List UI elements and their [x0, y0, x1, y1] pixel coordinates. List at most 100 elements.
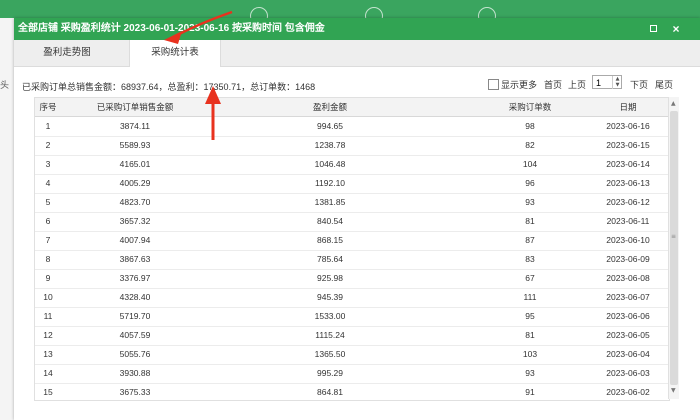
- next-page-button[interactable]: 下页: [630, 78, 648, 91]
- cell-profit: 868.15: [317, 235, 343, 245]
- cell-order-count: 83: [525, 254, 535, 264]
- cell-sales-amount: 4007.94: [119, 235, 151, 245]
- cell-profit: 994.65: [317, 121, 343, 131]
- cell-profit: 925.98: [317, 273, 343, 283]
- column-header-date[interactable]: 日期: [589, 98, 667, 116]
- cell-index: 6: [45, 216, 51, 226]
- cell-date: 2023-06-16: [606, 121, 650, 131]
- cell-date: 2023-06-09: [606, 254, 650, 264]
- table-row[interactable]: 12 4057.59 1115.24 81 2023-06-05: [35, 326, 669, 346]
- first-page-button[interactable]: 首页: [544, 78, 562, 91]
- cell-sales-amount: 5055.76: [119, 349, 151, 359]
- prev-page-button[interactable]: 上页: [568, 78, 586, 91]
- cell-index: 7: [45, 235, 51, 245]
- show-more-checkbox[interactable]: [488, 79, 499, 90]
- tab-bar: 盈利走势图 采购统计表: [14, 40, 700, 67]
- maximize-button[interactable]: [648, 23, 660, 35]
- cell-sales-amount: 4823.70: [119, 197, 151, 207]
- show-more-label[interactable]: 显示更多: [501, 78, 537, 91]
- column-header-index[interactable]: 序号: [35, 98, 61, 116]
- dialog-title: 全部店铺 采购盈利统计 2023-06-01-2023-06-16 按采购时间 …: [18, 23, 325, 34]
- table-row[interactable]: 13 5055.76 1365.50 103 2023-06-04: [35, 345, 669, 365]
- cell-profit: 840.54: [317, 216, 343, 226]
- cell-date: 2023-06-13: [606, 178, 650, 188]
- purchase-stats-table: 序号 已采购订单销售金额 盈利金额 采购订单数 日期 1 3874.11 994.6…: [34, 97, 670, 401]
- table-row[interactable]: 4 4005.29 1192.10 96 2023-06-13: [35, 174, 669, 194]
- cell-sales-amount: 3874.11: [119, 121, 151, 131]
- table-row[interactable]: 3 4165.01 1046.48 104 2023-06-14: [35, 155, 669, 175]
- cell-date: 2023-06-10: [606, 235, 650, 245]
- cell-index: 11: [43, 311, 53, 321]
- cell-date: 2023-06-14: [606, 159, 650, 169]
- table-row[interactable]: 15 3675.33 864.81 91 2023-06-02: [35, 383, 669, 400]
- cell-profit: 995.29: [317, 368, 343, 378]
- tab-profit-trend-chart[interactable]: 盈利走势图: [22, 40, 112, 66]
- table-row[interactable]: 9 3376.97 925.98 67 2023-06-08: [35, 269, 669, 289]
- scroll-down-icon[interactable]: ▼: [671, 387, 676, 394]
- cell-index: 12: [43, 330, 53, 340]
- background-sidebar: 头: [0, 18, 15, 420]
- cell-sales-amount: 3675.33: [119, 387, 151, 397]
- cell-profit: 1046.48: [314, 159, 346, 169]
- table-row[interactable]: 10 4328.40 945.39 111 2023-06-07: [35, 288, 669, 308]
- cell-profit: 1533.00: [314, 311, 346, 321]
- cell-sales-amount: 4005.29: [119, 178, 151, 188]
- page-spinner[interactable]: ▲ ▼: [612, 76, 622, 89]
- table-row[interactable]: 11 5719.70 1533.00 95 2023-06-06: [35, 307, 669, 327]
- cell-sales-amount: 5589.93: [119, 140, 151, 150]
- cell-date: 2023-06-05: [606, 330, 650, 340]
- table-scrollbar[interactable]: ▲ ≡ ▼: [668, 97, 679, 399]
- spinner-down-icon[interactable]: ▼: [616, 82, 620, 88]
- column-header-profit[interactable]: 盈利金额: [209, 98, 451, 116]
- table-row[interactable]: 14 3930.88 995.29 93 2023-06-03: [35, 364, 669, 384]
- table-row[interactable]: 5 4823.70 1381.85 93 2023-06-12: [35, 193, 669, 213]
- cell-index: 8: [45, 254, 51, 264]
- cell-sales-amount: 4328.40: [119, 292, 151, 302]
- table-row[interactable]: 6 3657.32 840.54 81 2023-06-11: [35, 212, 669, 232]
- cell-index: 3: [45, 159, 51, 169]
- cell-profit: 1115.24: [315, 330, 345, 340]
- cell-date: 2023-06-06: [606, 311, 650, 321]
- cell-order-count: 93: [525, 368, 535, 378]
- column-header-sales-amount[interactable]: 已采购订单销售金额: [61, 98, 209, 116]
- cell-profit: 1365.50: [314, 349, 346, 359]
- cell-date: 2023-06-08: [606, 273, 650, 283]
- cell-order-count: 93: [525, 197, 535, 207]
- cell-index: 5: [45, 197, 51, 207]
- summary-text: 已采购订单总销售金额：68937.64，总盈利：17350.71，总订单数：14…: [22, 82, 316, 92]
- cell-order-count: 82: [525, 140, 535, 150]
- cell-date: 2023-06-07: [606, 292, 650, 302]
- cell-order-count: 81: [525, 216, 535, 226]
- cell-order-count: 103: [522, 349, 538, 359]
- cell-index: 15: [43, 387, 53, 397]
- cell-profit: 864.81: [317, 387, 343, 397]
- cell-index: 2: [45, 140, 51, 150]
- table-row[interactable]: 2 5589.93 1238.78 82 2023-06-15: [35, 136, 669, 156]
- cell-date: 2023-06-02: [606, 387, 650, 397]
- cell-profit: 1381.85: [314, 197, 346, 207]
- table-header: 序号 已采购订单销售金额 盈利金额 采购订单数 日期: [35, 98, 669, 117]
- table-row[interactable]: 1 3874.11 994.65 98 2023-06-16: [35, 117, 669, 137]
- dialog-titlebar: 全部店铺 采购盈利统计 2023-06-01-2023-06-16 按采购时间 …: [14, 18, 700, 40]
- cell-order-count: 111: [523, 292, 537, 302]
- cell-index: 10: [43, 292, 53, 302]
- cell-order-count: 81: [525, 330, 535, 340]
- cell-sales-amount: 4165.01: [119, 159, 151, 169]
- tab-purchase-statistics-table[interactable]: 采购统计表: [129, 40, 221, 67]
- table-row[interactable]: 8 3867.63 785.64 83 2023-06-09: [35, 250, 669, 270]
- scrollbar-thumb[interactable]: [670, 111, 678, 385]
- scroll-up-icon[interactable]: ▲: [671, 100, 676, 107]
- cell-order-count: 95: [525, 311, 535, 321]
- table-row[interactable]: 7 4007.94 868.15 87 2023-06-10: [35, 231, 669, 251]
- close-button[interactable]: ×: [670, 23, 682, 35]
- cell-date: 2023-06-15: [606, 140, 650, 150]
- last-page-button[interactable]: 尾页: [655, 78, 673, 91]
- cell-order-count: 98: [525, 121, 535, 131]
- cell-profit: 1192.10: [314, 178, 346, 188]
- cell-profit: 1238.78: [314, 140, 346, 150]
- cell-date: 2023-06-12: [606, 197, 650, 207]
- cell-order-count: 96: [525, 178, 535, 188]
- scrollbar-grip-icon: ≡: [671, 233, 677, 240]
- column-header-order-count[interactable]: 采购订单数: [451, 98, 609, 116]
- cell-order-count: 87: [525, 235, 535, 245]
